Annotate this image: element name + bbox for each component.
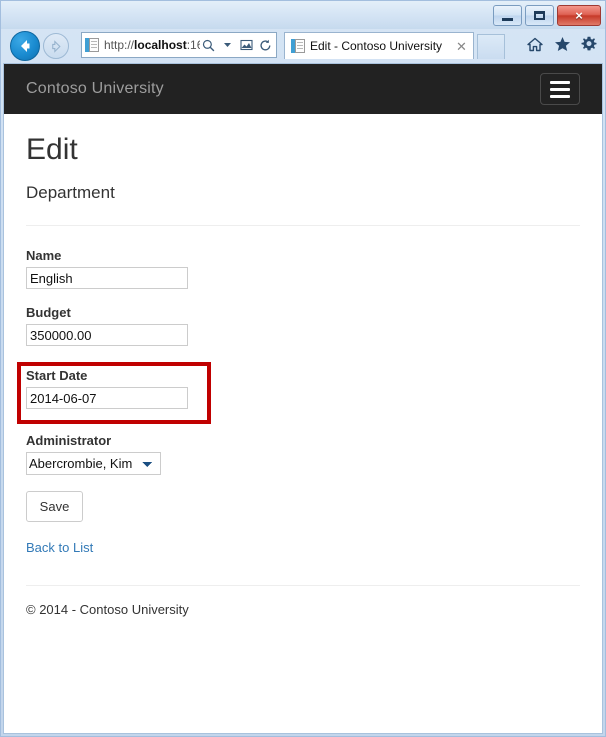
page-viewport: Contoso University Edit Department Name … bbox=[3, 63, 603, 734]
page-title: Edit bbox=[26, 133, 78, 166]
start-date-group: Start Date bbox=[17, 362, 580, 424]
close-icon: × bbox=[575, 8, 583, 23]
budget-field[interactable] bbox=[26, 324, 188, 346]
refresh-icon[interactable] bbox=[257, 35, 274, 55]
forward-arrow-icon bbox=[51, 39, 61, 53]
navbar-brand[interactable]: Contoso University bbox=[26, 80, 164, 98]
window-title-bar: × bbox=[1, 1, 605, 29]
compatibility-view-icon[interactable] bbox=[238, 35, 255, 55]
start-date-label: Start Date bbox=[26, 368, 88, 383]
page-subtitle: Department bbox=[26, 183, 115, 202]
favorites-star-icon[interactable] bbox=[552, 33, 572, 55]
title-divider bbox=[26, 225, 580, 226]
new-tab-button[interactable] bbox=[477, 34, 505, 59]
name-field[interactable] bbox=[26, 267, 188, 289]
administrator-label: Administrator bbox=[26, 433, 112, 448]
save-button[interactable]: Save bbox=[26, 491, 83, 522]
administrator-group: Administrator Abercrombie, Kim bbox=[26, 433, 580, 475]
back-button[interactable] bbox=[10, 31, 40, 61]
home-icon[interactable] bbox=[525, 33, 545, 55]
address-bar-text: http://localhost:16: bbox=[104, 38, 200, 52]
search-icon[interactable] bbox=[200, 35, 217, 55]
tab-title: Edit - Contoso University bbox=[310, 38, 443, 53]
forward-button[interactable] bbox=[43, 33, 69, 59]
budget-label: Budget bbox=[26, 305, 71, 320]
browser-toolbar: http://localhost:16: bbox=[1, 29, 605, 63]
browser-window: × http://localhost:16: bbox=[0, 0, 606, 737]
browser-tool-icons bbox=[525, 33, 599, 55]
back-arrow-icon bbox=[21, 40, 30, 52]
minimize-button[interactable] bbox=[493, 5, 522, 26]
tab-close-icon[interactable]: ✕ bbox=[454, 40, 469, 53]
tab-favicon-icon bbox=[291, 38, 306, 54]
start-date-field[interactable] bbox=[26, 387, 188, 409]
maximize-icon bbox=[534, 11, 545, 20]
back-to-list-link[interactable]: Back to List bbox=[26, 540, 93, 555]
window-controls: × bbox=[493, 5, 601, 26]
footer-text: © 2014 - Contoso University bbox=[26, 602, 189, 617]
maximize-button[interactable] bbox=[525, 5, 554, 26]
address-bar-icons bbox=[200, 35, 274, 55]
hamburger-menu-icon[interactable] bbox=[540, 73, 580, 105]
close-window-button[interactable]: × bbox=[557, 5, 601, 26]
budget-group: Budget bbox=[26, 305, 580, 346]
browser-tab[interactable]: Edit - Contoso University ✕ bbox=[284, 32, 474, 59]
page-content: Edit Department Name Budget Start Date bbox=[4, 133, 602, 617]
settings-gear-icon[interactable] bbox=[579, 33, 599, 55]
page-favicon-icon bbox=[85, 37, 100, 53]
administrator-select[interactable]: Abercrombie, Kim bbox=[26, 452, 161, 475]
site-navbar: Contoso University bbox=[4, 64, 602, 114]
chevron-down-icon[interactable] bbox=[219, 35, 236, 55]
footer-divider bbox=[26, 585, 580, 586]
name-label: Name bbox=[26, 248, 62, 263]
name-group: Name bbox=[26, 248, 580, 289]
address-bar[interactable]: http://localhost:16: bbox=[81, 32, 277, 58]
edit-department-form: Name Budget Start Date Administrator Abe… bbox=[17, 248, 580, 522]
minimize-icon bbox=[502, 17, 513, 21]
